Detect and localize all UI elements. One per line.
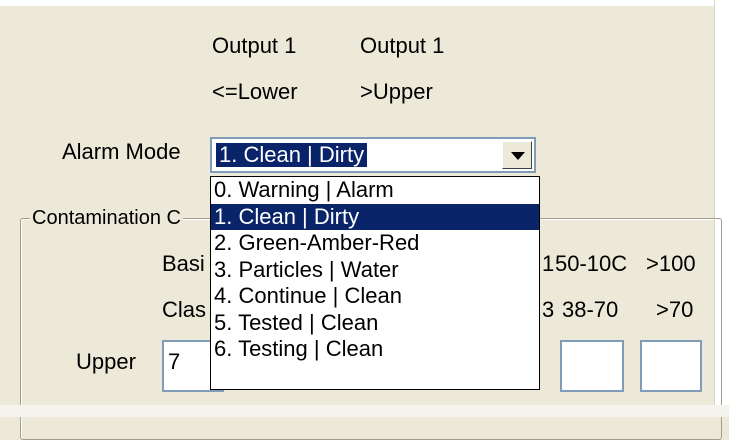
bottom-edge (0, 405, 729, 417)
output1-upper-header: Output 1 (360, 33, 445, 58)
upper-field-5[interactable] (560, 340, 624, 392)
basis-label: Basi (162, 251, 205, 276)
dropdown-option-selected[interactable]: 1. Clean | Dirty (211, 203, 539, 230)
alarm-mode-selected-value[interactable]: 1. Clean | Dirty (216, 143, 368, 167)
dropdown-option[interactable]: 5. Tested | Clean (211, 310, 539, 337)
lower-condition-label: <=Lower (212, 79, 298, 104)
dropdown-option[interactable]: 6. Testing | Clean (211, 336, 539, 363)
basis-range-over-100: >100 (646, 251, 696, 276)
dropdown-option[interactable]: 2. Green-Amber-Red (211, 230, 539, 257)
class-range-over-70: >70 (656, 297, 694, 322)
alarm-mode-label: Alarm Mode (62, 139, 181, 164)
upper-label: Upper (76, 349, 136, 374)
dropdown-option[interactable]: 3. Particles | Water (211, 257, 539, 284)
dropdown-option[interactable]: 4. Continue | Clean (211, 283, 539, 310)
contamination-group-label: Contamination C (30, 206, 183, 230)
class-range-38-70: 38-70 (562, 297, 619, 322)
class-partial-value: 3 (542, 297, 555, 322)
alarm-mode-dropdown-list[interactable]: 0. Warning | Alarm 1. Clean | Dirty 2. G… (210, 176, 540, 390)
basis-partial-value: 1 (542, 251, 555, 276)
alarm-mode-combobox[interactable]: 1. Clean | Dirty (210, 137, 536, 173)
basis-range-50-100: 50-10C (555, 251, 628, 276)
class-label: Clas (162, 297, 207, 322)
dropdown-option[interactable]: 0. Warning | Alarm (211, 177, 539, 204)
dropdown-arrow-icon[interactable] (502, 141, 532, 169)
upper-condition-label: >Upper (360, 79, 433, 104)
upper-field-6[interactable] (640, 340, 702, 392)
output1-lower-header: Output 1 (212, 33, 297, 58)
window-top-edge (0, 0, 729, 6)
